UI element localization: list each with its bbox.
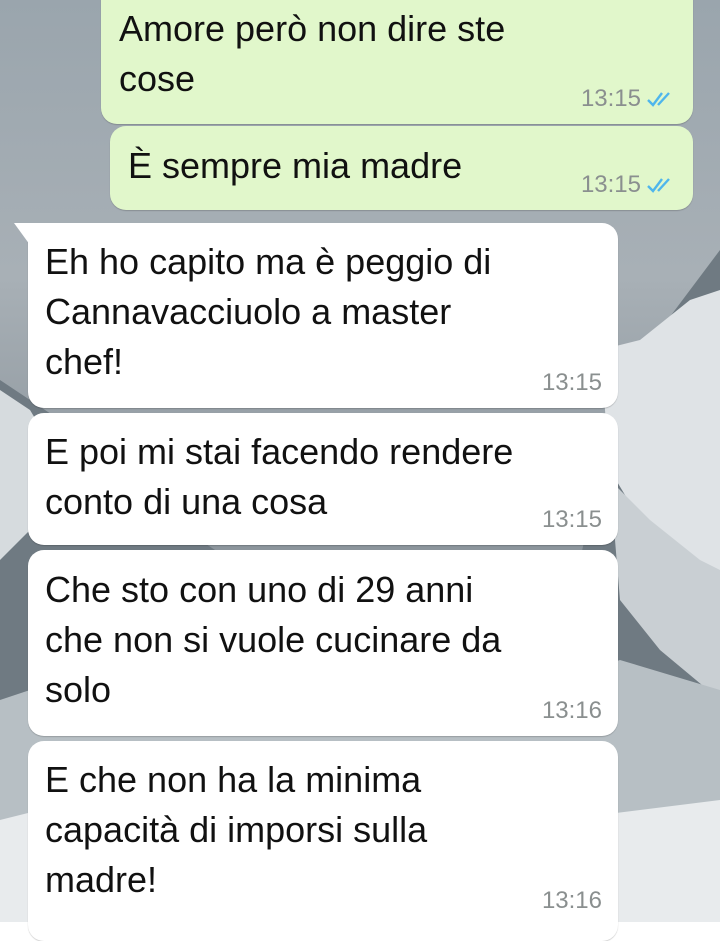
bubble-tail — [14, 223, 30, 245]
message-meta: 13:15 — [581, 172, 677, 198]
message-text: E che non ha la minima capacità di impor… — [45, 759, 428, 900]
message-text: E poi mi stai facendo rendere conto di u… — [45, 431, 514, 522]
message-text: È sempre mia madre — [128, 145, 463, 186]
message-text: Amore però non dire ste cose — [119, 8, 506, 99]
message-bubble-incoming[interactable]: Che sto con uno di 29 anni che non si vu… — [28, 550, 618, 736]
message-timestamp: 13:15 — [580, 171, 641, 198]
message-timestamp: 13:15 — [580, 85, 641, 112]
message-bubble-incoming[interactable]: E poi mi stai facendo rendere conto di u… — [28, 413, 618, 545]
message-bubble-outgoing[interactable]: Amore però non dire ste cose 13:15 — [101, 0, 693, 124]
message-bubble-incoming[interactable]: E che non ha la minima capacità di impor… — [28, 741, 618, 941]
message-text: Che sto con uno di 29 anni che non si vu… — [45, 569, 502, 710]
message-timestamp: 13:15 — [541, 369, 602, 396]
double-check-icon — [647, 92, 670, 107]
message-timestamp: 13:16 — [541, 697, 602, 724]
message-bubble-incoming[interactable]: Eh ho capito ma è peggio di Cannavacciuo… — [14, 223, 618, 408]
double-check-icon — [647, 178, 670, 193]
message-meta: 13:16 — [542, 698, 602, 724]
message-meta: 13:15 — [542, 370, 602, 396]
message-meta: 13:15 — [581, 86, 677, 112]
message-text: Eh ho capito ma è peggio di Cannavacciuo… — [45, 241, 492, 382]
message-bubble-outgoing[interactable]: È sempre mia madre 13:15 — [110, 126, 693, 210]
message-meta: 13:15 — [542, 507, 602, 533]
message-timestamp: 13:16 — [541, 887, 602, 914]
message-meta: 13:16 — [542, 888, 602, 914]
message-timestamp: 13:15 — [541, 506, 602, 533]
